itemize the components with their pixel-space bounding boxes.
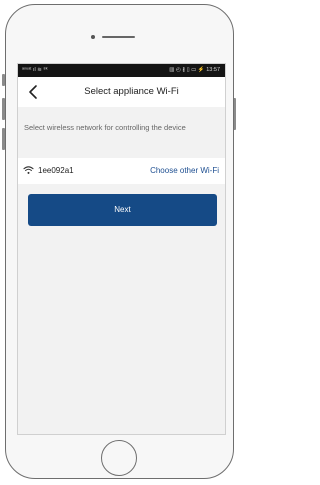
network-ssid: 1ee092a1	[38, 166, 74, 175]
front-camera	[91, 35, 95, 39]
signal-icons: ıl ≋ ⁸ᵏ	[33, 67, 48, 73]
status-left: ᵃᵒᵘᵃᵗ ıl ≋ ⁸ᵏ	[22, 64, 48, 77]
earpiece-speaker	[102, 36, 135, 38]
page-title: Select appliance Wi-Fi	[84, 86, 179, 97]
carrier-text: ᵃᵒᵘᵃᵗ	[22, 67, 32, 73]
nav-bar: Select appliance Wi-Fi	[18, 77, 225, 107]
phone-screen: ᵃᵒᵘᵃᵗ ıl ≋ ⁸ᵏ ▥ ◴ ∦ ▯ ▭ ⚡ 13:57 Select a…	[17, 63, 226, 435]
chevron-left-icon[interactable]	[26, 83, 42, 101]
status-bar: ᵃᵒᵘᵃᵗ ıl ≋ ⁸ᵏ ▥ ◴ ∦ ▯ ▭ ⚡ 13:57	[18, 64, 225, 77]
instruction-text: Select wireless network for controlling …	[24, 123, 186, 132]
network-row[interactable]: 1ee092a1 Choose other Wi-Fi	[18, 158, 225, 184]
home-button[interactable]	[101, 440, 137, 476]
wifi-icon	[23, 166, 34, 174]
status-right: ▥ ◴ ∦ ▯ ▭ ⚡ 13:57	[169, 67, 220, 73]
choose-other-wifi-link[interactable]: Choose other Wi-Fi	[150, 158, 219, 184]
next-button[interactable]: Next	[28, 194, 217, 226]
